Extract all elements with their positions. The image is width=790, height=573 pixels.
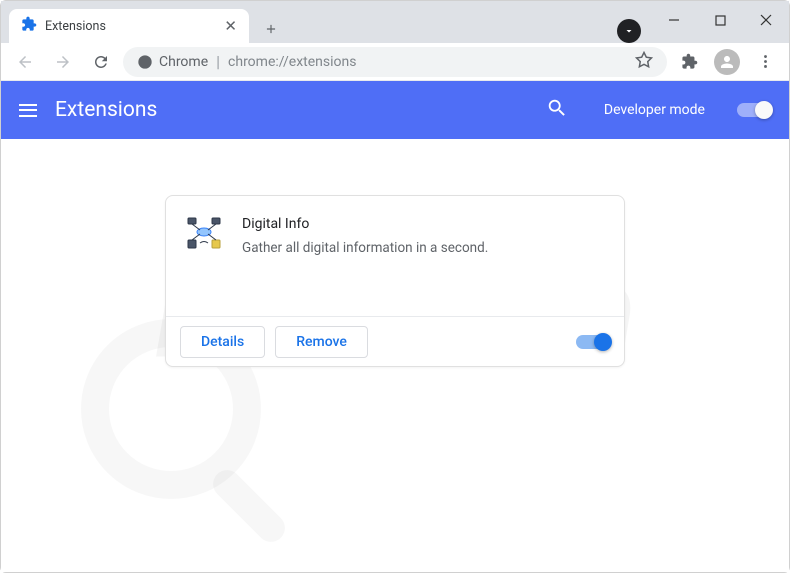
tab-title: Extensions <box>45 19 216 34</box>
minimize-button[interactable] <box>651 1 697 39</box>
details-button[interactable]: Details <box>180 326 265 358</box>
window-controls <box>651 1 789 39</box>
maximize-button[interactable] <box>697 1 743 39</box>
chrome-icon <box>137 54 153 70</box>
extensions-icon[interactable] <box>673 46 705 78</box>
developer-mode-label: Developer mode <box>604 102 705 118</box>
browser-tab[interactable]: Extensions ✕ <box>9 9 249 43</box>
extension-description: Gather all digital information in a seco… <box>242 238 604 258</box>
back-button[interactable] <box>9 46 41 78</box>
star-icon[interactable] <box>635 51 653 73</box>
extensions-header: Extensions Developer mode <box>1 81 789 139</box>
developer-mode-toggle[interactable] <box>737 103 771 117</box>
menu-icon[interactable] <box>19 104 37 117</box>
profile-button[interactable] <box>711 46 743 78</box>
browser-toolbar: Chrome | chrome://extensions <box>1 43 789 81</box>
menu-button[interactable] <box>749 46 781 78</box>
reload-button[interactable] <box>85 46 117 78</box>
close-window-button[interactable] <box>743 1 789 39</box>
extension-icon <box>186 216 222 252</box>
site-chip-label: Chrome <box>159 54 208 70</box>
extension-name: Digital Info <box>242 216 604 232</box>
puzzle-icon <box>21 16 37 36</box>
extension-card: Digital Info Gather all digital informat… <box>165 195 625 367</box>
address-bar[interactable]: Chrome | chrome://extensions <box>123 47 667 77</box>
extension-enable-toggle[interactable] <box>576 335 610 349</box>
extensions-content: risk.com Digital Info Gath <box>1 139 789 572</box>
remove-button[interactable]: Remove <box>275 326 368 358</box>
search-icon[interactable] <box>546 97 568 123</box>
forward-button[interactable] <box>47 46 79 78</box>
address-url: chrome://extensions <box>228 54 356 70</box>
media-control-button[interactable] <box>617 19 641 43</box>
new-tab-button[interactable] <box>257 15 285 43</box>
close-tab-icon[interactable]: ✕ <box>224 19 237 34</box>
address-divider: | <box>216 52 220 71</box>
page-title: Extensions <box>55 98 528 122</box>
site-chip: Chrome <box>137 54 208 70</box>
